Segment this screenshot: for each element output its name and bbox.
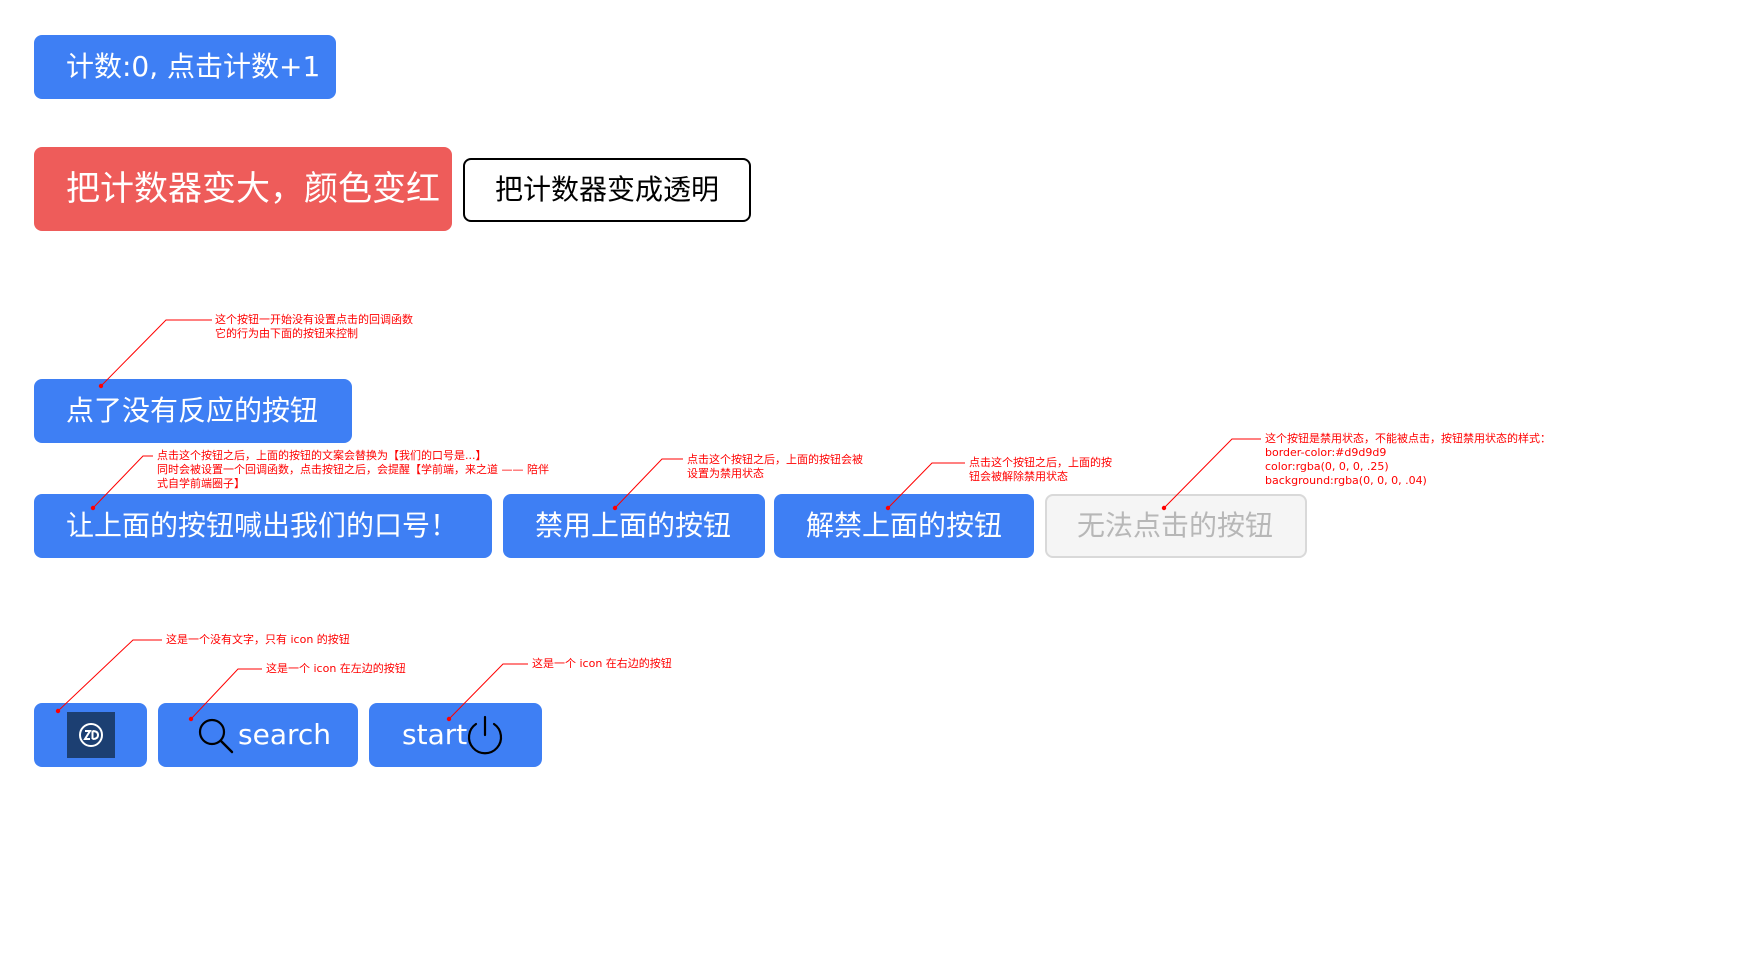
- leader-line-icon-only: [57, 639, 162, 712]
- leader-line-disable: [614, 458, 683, 509]
- leader-line-no-response: [100, 319, 212, 387]
- annotation-no-response: 这个按钮一开始没有设置点击的回调函数 它的行为由下面的按钮来控制: [215, 313, 413, 340]
- annotation-icon-only: 这是一个没有文字，只有 icon 的按钮: [166, 633, 350, 646]
- annotation-disabled-style: 这个按钮是禁用状态，不能被点击，按钮禁用状态的样式： border-color:…: [1265, 432, 1551, 487]
- leader-line-slogan: [92, 455, 153, 509]
- annotation-icon-right: 这是一个 icon 在右边的按钮: [532, 657, 672, 670]
- annotation-disable: 点击这个按钮之后，上面的按钮会被 设置为禁用状态: [687, 453, 863, 480]
- leader-line-icon-left: [190, 668, 262, 720]
- annotation-icon-left: 这是一个 icon 在左边的按钮: [266, 662, 406, 675]
- annotation-enable: 点击这个按钮之后，上面的按 钮会被解除禁用状态: [969, 456, 1112, 483]
- leader-line-icon-right: [448, 663, 528, 720]
- leader-line-disabled: [1163, 438, 1261, 509]
- annotation-slogan: 点击这个按钮之后，上面的按钮的文案会替换为【我们的口号是...】 同时会被设置一…: [157, 449, 549, 490]
- leader-line-enable: [887, 462, 965, 509]
